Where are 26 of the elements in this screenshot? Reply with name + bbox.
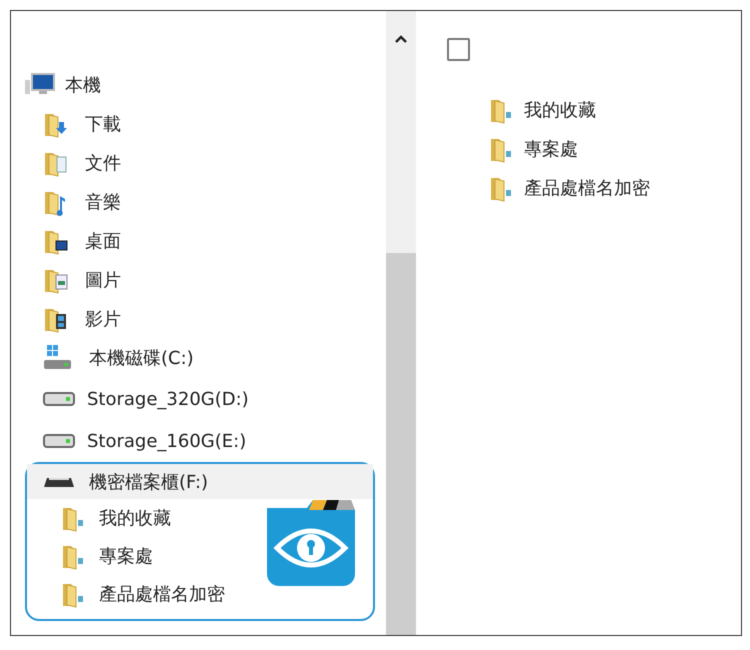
scroll-up-icon[interactable] (395, 35, 407, 43)
tree-item[interactable]: 文件 (11, 143, 386, 182)
file-item[interactable]: 我的收藏 (489, 90, 741, 129)
drive-icon (43, 476, 75, 488)
drive-icon (43, 392, 75, 406)
tree-item[interactable]: 下載 (11, 104, 386, 143)
tree-item[interactable]: 影片 (11, 299, 386, 338)
tree-item[interactable]: 專案處 (27, 537, 373, 575)
tree-item[interactable]: 本機 (11, 65, 386, 104)
tree-item[interactable]: 我的收藏 (27, 499, 373, 537)
tree-item[interactable]: 產品處檔名加密 (27, 575, 373, 613)
eye-lock-folder-icon (267, 498, 355, 586)
tree-item[interactable]: 本機磁碟(C:) (11, 338, 386, 378)
tree-item[interactable]: 圖片 (11, 260, 386, 299)
select-all-checkbox[interactable] (447, 38, 470, 61)
file-item[interactable]: 專案處 (489, 129, 741, 168)
tree-item[interactable]: Storage_320G(D:) (11, 378, 386, 420)
tree-item[interactable]: 機密檔案櫃(F:) (27, 464, 373, 499)
tree-item[interactable]: 桌面 (11, 221, 386, 260)
scrollbar-thumb[interactable] (386, 253, 416, 635)
tree-item[interactable]: 音樂 (11, 182, 386, 221)
drive-icon (43, 434, 75, 448)
tree-item[interactable]: Storage_160G(E:) (11, 420, 386, 462)
system-drive-icon (43, 345, 73, 371)
file-item[interactable]: 產品處檔名加密 (489, 168, 741, 207)
scrollbar[interactable] (386, 11, 416, 635)
